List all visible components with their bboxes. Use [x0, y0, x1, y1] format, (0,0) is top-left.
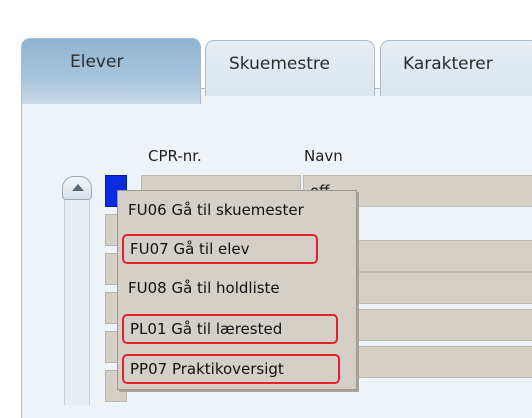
menu-item-pp07[interactable]: PP07 Praktikoversigt — [122, 354, 340, 384]
tab-elever-label: Elever — [70, 52, 124, 72]
menu-item-pl01[interactable]: PL01 Gå til lærested — [122, 314, 338, 344]
menu-item-label: FU06 Gå til skuemester — [128, 201, 304, 219]
menu-item-label: FU07 Gå til elev — [130, 240, 250, 258]
tab-elever[interactable]: Elever — [21, 38, 201, 104]
menu-item-fu06[interactable]: FU06 Gå til skuemester — [122, 197, 352, 227]
app-window: Elever Skuemestre Karakterer CPR-nr. Nav… — [0, 0, 532, 418]
scroll-up-arrow-icon[interactable] — [62, 176, 92, 200]
menu-item-fu08[interactable]: FU08 Gå til holdliste — [122, 275, 352, 305]
column-header-cpr: CPR-nr. — [148, 147, 202, 165]
column-header-navn: Navn — [304, 147, 343, 165]
tab-skuemestre-label: Skuemestre — [229, 54, 330, 74]
tab-karakterer-label: Karakterer — [403, 54, 493, 74]
menu-item-label: PP07 Praktikoversigt — [130, 360, 284, 378]
tab-karakterer[interactable]: Karakterer — [380, 40, 532, 96]
vertical-scrollbar[interactable] — [64, 200, 90, 405]
menu-item-label: FU08 Gå til holdliste — [128, 279, 280, 297]
context-menu: FU06 Gå til skuemester FU07 Gå til elev … — [117, 190, 357, 390]
menu-item-fu07[interactable]: FU07 Gå til elev — [122, 234, 318, 264]
menu-item-label: PL01 Gå til lærested — [130, 320, 283, 338]
tab-skuemestre[interactable]: Skuemestre — [205, 40, 375, 96]
